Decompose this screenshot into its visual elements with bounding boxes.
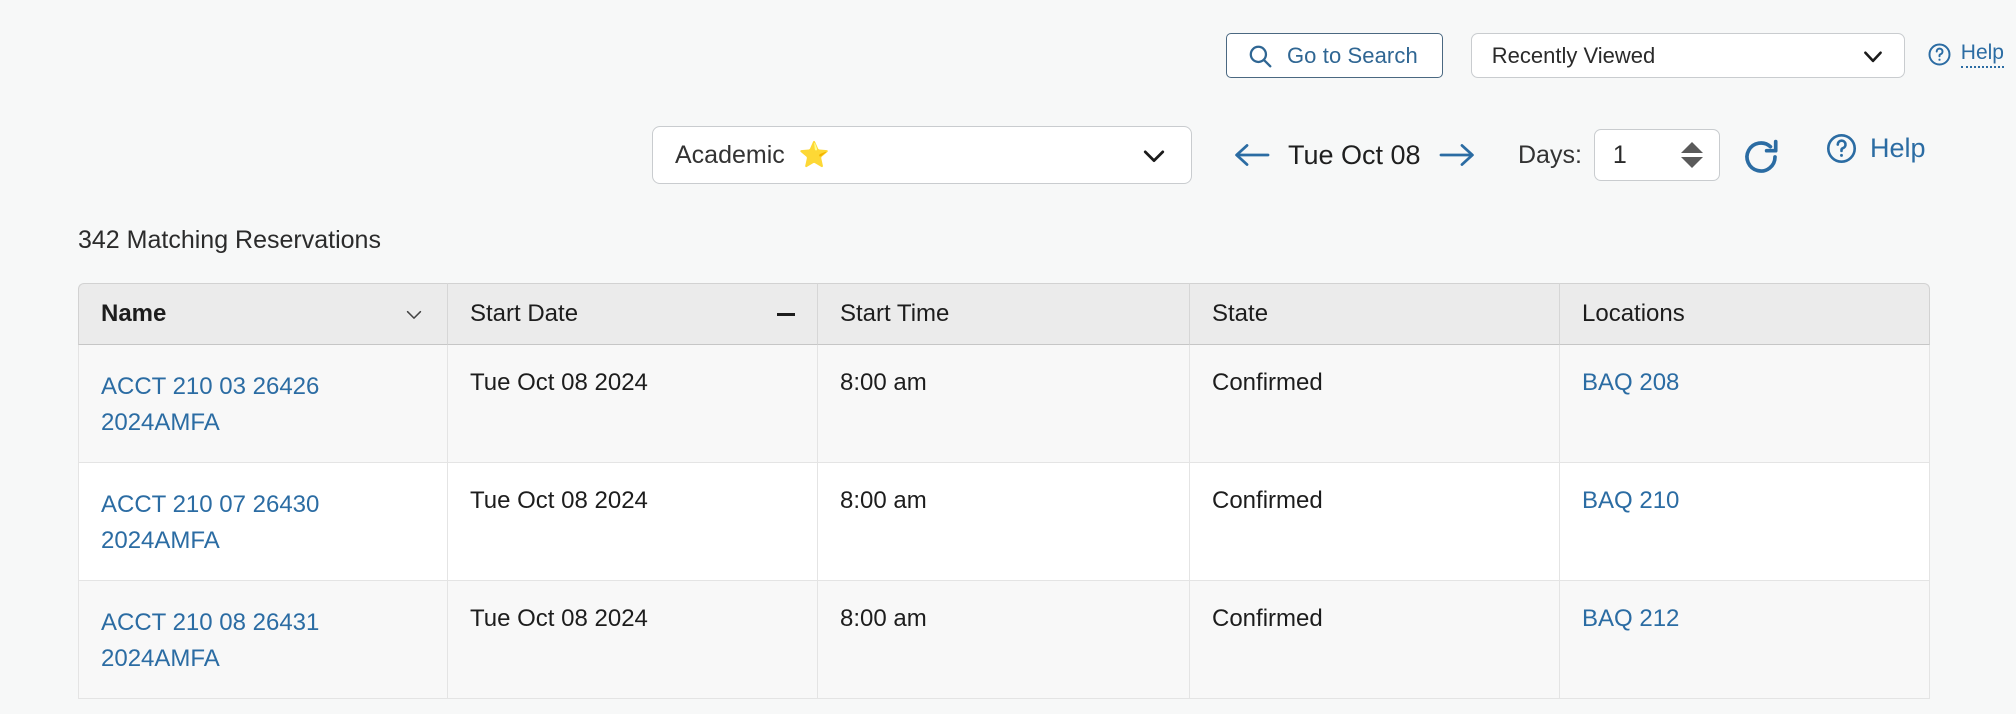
reservation-name-link[interactable]: ACCT 210 08 26431 2024AMFA <box>101 605 425 676</box>
column-header-start-date-label: Start Date <box>470 300 578 328</box>
column-header-name[interactable]: Name <box>78 283 448 345</box>
stepper-up-icon[interactable] <box>1681 142 1703 153</box>
column-header-name-label: Name <box>101 300 166 328</box>
go-to-search-button[interactable]: Go to Search <box>1226 33 1443 78</box>
column-header-start-time-label: Start Time <box>840 300 949 328</box>
recently-viewed-select[interactable]: Recently Viewed <box>1471 33 1905 78</box>
results-count: 342 Matching Reservations <box>78 226 381 255</box>
location-link[interactable]: BAQ 212 <box>1582 605 1679 632</box>
chevron-down-icon <box>1860 43 1886 69</box>
view-toolbar: Academic ⭐ Tue Oct 08 Days: <box>0 126 2016 190</box>
help-link-top[interactable]: Help <box>1927 41 2004 68</box>
cell-name: ACCT 210 03 26426 2024AMFA <box>78 345 448 463</box>
reservation-name-link[interactable]: ACCT 210 03 26426 2024AMFA <box>101 369 425 440</box>
star-icon: ⭐ <box>799 143 830 168</box>
cell-name: ACCT 210 08 26431 2024AMFA <box>78 581 448 699</box>
cell-start-time: 8:00 am <box>818 345 1190 463</box>
table-body: ACCT 210 03 26426 2024AMFA Tue Oct 08 20… <box>78 345 1930 699</box>
question-circle-icon <box>1825 132 1858 165</box>
table-row: ACCT 210 08 26431 2024AMFA Tue Oct 08 20… <box>78 581 1930 699</box>
stepper-arrows[interactable] <box>1681 142 1703 168</box>
cell-start-date: Tue Oct 08 2024 <box>448 345 818 463</box>
recently-viewed-value: Recently Viewed <box>1492 43 1655 69</box>
page-root: Go to Search Recently Viewed Help <box>0 0 2016 714</box>
column-header-state[interactable]: State <box>1190 283 1560 345</box>
refresh-icon <box>1740 136 1782 178</box>
cell-locations: BAQ 212 <box>1560 581 1930 699</box>
search-icon <box>1247 43 1273 69</box>
top-utility-bar: Go to Search Recently Viewed Help <box>0 0 2016 100</box>
reservation-name-link[interactable]: ACCT 210 07 26430 2024AMFA <box>101 487 425 558</box>
cell-start-date: Tue Oct 08 2024 <box>448 581 818 699</box>
days-label: Days: <box>1518 141 1582 170</box>
location-link[interactable]: BAQ 208 <box>1582 369 1679 396</box>
stepper-down-icon[interactable] <box>1681 157 1703 168</box>
days-stepper[interactable]: 1 <box>1594 129 1720 181</box>
go-to-search-label: Go to Search <box>1287 43 1418 69</box>
column-header-start-date[interactable]: Start Date <box>448 283 818 345</box>
table-row: ACCT 210 07 26430 2024AMFA Tue Oct 08 20… <box>78 463 1930 581</box>
help-link-toolbar-label: Help <box>1870 133 1926 164</box>
arrow-left-icon[interactable] <box>1232 138 1272 172</box>
column-header-state-label: State <box>1212 300 1268 328</box>
cell-state: Confirmed <box>1190 463 1560 581</box>
table-row: ACCT 210 03 26426 2024AMFA Tue Oct 08 20… <box>78 345 1930 463</box>
reservations-table: Name Start Date <box>78 283 1930 699</box>
arrow-right-icon[interactable] <box>1437 138 1477 172</box>
days-value: 1 <box>1613 141 1627 170</box>
table-head: Name Start Date <box>78 283 1930 345</box>
refresh-button[interactable] <box>1738 134 1784 180</box>
view-select-academic[interactable]: Academic ⭐ <box>652 126 1192 184</box>
column-header-locations-label: Locations <box>1582 300 1685 328</box>
question-circle-icon <box>1927 42 1952 67</box>
help-link-toolbar[interactable]: Help <box>1825 132 1926 165</box>
cell-locations: BAQ 210 <box>1560 463 1930 581</box>
days-group: Days: 1 <box>1518 126 1720 184</box>
column-header-locations[interactable]: Locations <box>1560 283 1930 345</box>
table-header-row: Name Start Date <box>78 283 1930 345</box>
cell-locations: BAQ 208 <box>1560 345 1930 463</box>
cell-state: Confirmed <box>1190 581 1560 699</box>
chevron-down-icon <box>1139 140 1169 170</box>
location-link[interactable]: BAQ 210 <box>1582 487 1679 514</box>
dash-icon <box>777 313 795 316</box>
current-date-label: Tue Oct 08 <box>1288 140 1421 171</box>
column-header-start-time[interactable]: Start Time <box>818 283 1190 345</box>
cell-start-time: 8:00 am <box>818 463 1190 581</box>
date-navigation: Tue Oct 08 <box>1232 126 1477 184</box>
view-select-value: Academic <box>675 141 785 170</box>
cell-state: Confirmed <box>1190 345 1560 463</box>
chevron-down-icon <box>403 303 425 325</box>
cell-start-time: 8:00 am <box>818 581 1190 699</box>
help-link-top-label: Help <box>1961 41 2004 68</box>
cell-name: ACCT 210 07 26430 2024AMFA <box>78 463 448 581</box>
cell-start-date: Tue Oct 08 2024 <box>448 463 818 581</box>
reservations-table-wrapper: Name Start Date <box>78 283 1930 699</box>
